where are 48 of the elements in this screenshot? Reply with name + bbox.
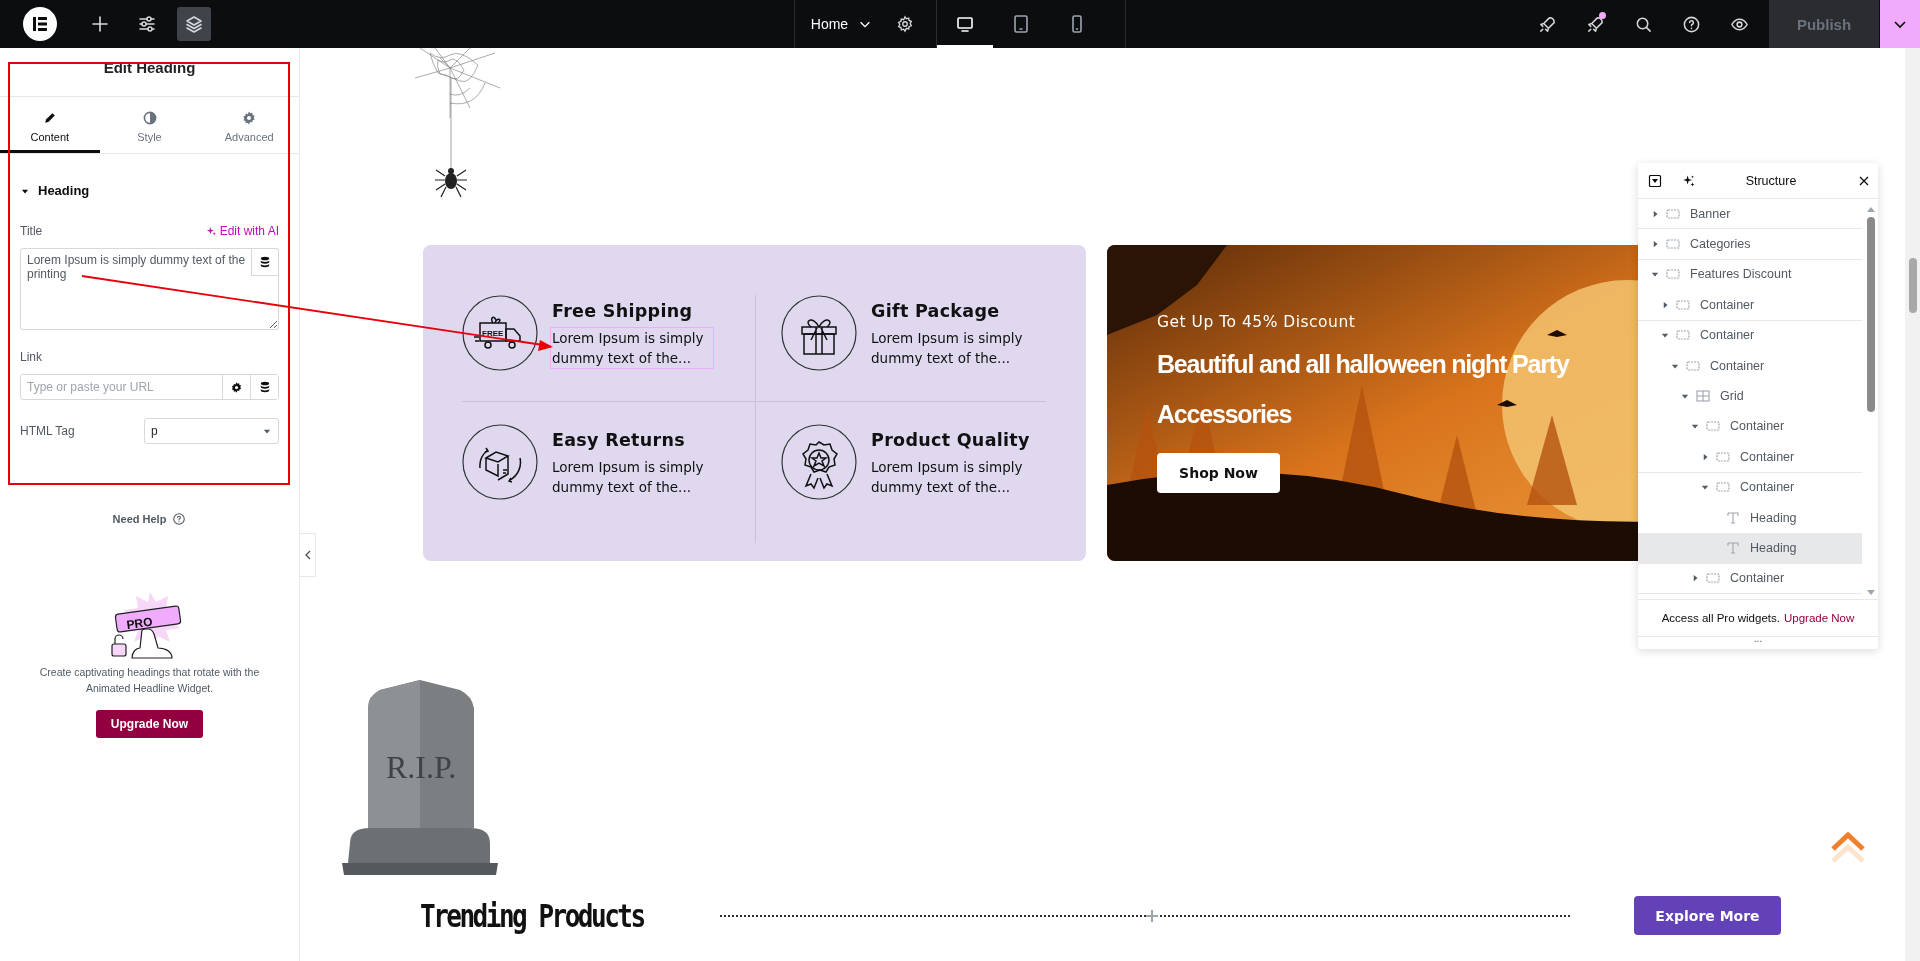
structure-item[interactable]: Heading bbox=[1638, 502, 1862, 534]
structure-item[interactable]: Container bbox=[1638, 350, 1862, 382]
section-toggle[interactable]: Heading bbox=[20, 183, 90, 198]
pro-promo-drawing: PRO bbox=[101, 588, 198, 664]
explore-more-button[interactable]: Explore More bbox=[1634, 896, 1781, 935]
feature-text: Lorem Ipsum is simply dummy text of the... bbox=[870, 458, 1024, 497]
structure-title: Structure bbox=[1744, 173, 1798, 188]
shipping-icon: FREE bbox=[462, 295, 538, 371]
resize-handle[interactable]: ... bbox=[1753, 637, 1763, 649]
shop-now-button[interactable]: Shop Now bbox=[1157, 453, 1280, 493]
promo-text: Access all Pro widgets. bbox=[1661, 612, 1780, 624]
feature-title: Gift Package bbox=[871, 301, 1001, 321]
title-field[interactable]: Lorem Ipsum is simply dummy text of the printing bbox=[20, 248, 279, 330]
structure-item[interactable]: Container bbox=[1638, 290, 1862, 321]
html-tag-select[interactable]: p bbox=[144, 418, 279, 444]
banner-eyebrow: Get Up To 45% Discount bbox=[1157, 313, 1357, 331]
field-label: Link bbox=[20, 350, 42, 364]
structure-item[interactable]: Grid bbox=[1638, 381, 1862, 412]
panel-tab[interactable]: Advanced bbox=[199, 97, 299, 153]
need-help-link[interactable]: Need Help bbox=[112, 512, 187, 526]
feature-title: Product Quality bbox=[871, 430, 1031, 450]
upgrade-button[interactable]: Upgrade Now bbox=[95, 710, 204, 738]
field-label: Title bbox=[20, 224, 43, 238]
tombstone-drawing: R.I.P. bbox=[340, 678, 500, 876]
link-field[interactable]: Type or paste your URL bbox=[20, 374, 279, 400]
banner-title: Beautiful and all halloween night Party Accessories bbox=[1157, 349, 1571, 430]
section-title: Trending Products bbox=[420, 897, 645, 934]
structure-item[interactable]: Banner bbox=[1638, 199, 1862, 230]
feature-text: Lorem Ipsum is simply dummy text of the... bbox=[870, 329, 1024, 368]
panel-tab[interactable]: Content bbox=[0, 97, 100, 153]
upgrade-link[interactable]: Upgrade Now bbox=[1783, 612, 1855, 624]
structure-item[interactable]: Container bbox=[1638, 320, 1862, 351]
structure-item[interactable]: Container bbox=[1638, 472, 1862, 503]
feature-text: Lorem Ipsum is simply dummy text of the... bbox=[551, 458, 705, 497]
structure-item[interactable]: Features Discount bbox=[1638, 259, 1862, 291]
edit-with-ai-link[interactable]: Edit with AI bbox=[205, 224, 279, 238]
feature-title: Easy Returns bbox=[552, 430, 686, 450]
structure-item[interactable]: Container bbox=[1638, 563, 1862, 595]
feature-text: Lorem Ipsum is simply dummy text of the... bbox=[550, 327, 714, 369]
promo-text: Create captivating headings that rotate with the Animated Headline Widget. bbox=[38, 665, 261, 696]
feature-title: Free Shipping bbox=[552, 301, 694, 321]
structure-item[interactable]: Categories bbox=[1638, 229, 1862, 260]
structure-item[interactable]: Heading bbox=[1638, 533, 1862, 564]
panel-tab[interactable]: Style bbox=[99, 97, 200, 153]
structure-item[interactable]: Container bbox=[1638, 411, 1862, 443]
structure-item[interactable]: Container bbox=[1638, 442, 1862, 473]
page-selector[interactable]: Home bbox=[794, 0, 889, 48]
field-label: HTML Tag bbox=[20, 424, 75, 438]
